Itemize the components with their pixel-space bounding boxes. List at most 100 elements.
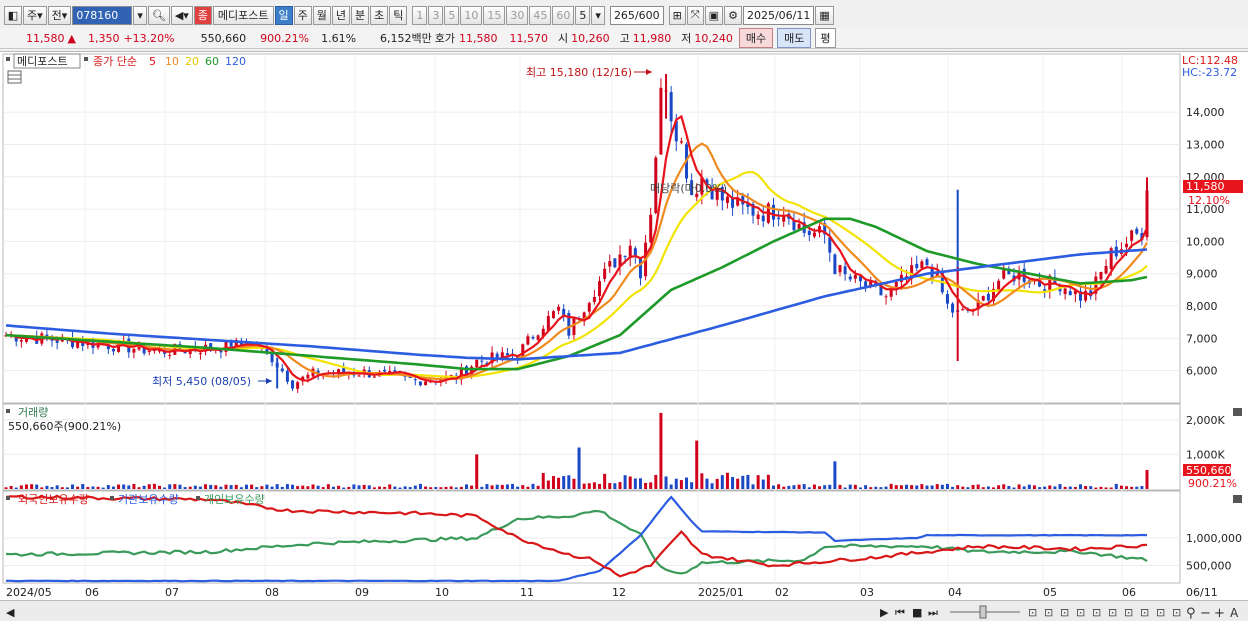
candle-body: [997, 280, 1001, 291]
whole-select[interactable]: 전 ▾: [47, 5, 72, 25]
save-icon[interactable]: ▣: [704, 5, 724, 25]
eval-button[interactable]: 평: [815, 28, 836, 48]
font-size-icon[interactable]: A: [1230, 606, 1239, 620]
view-icon-4[interactable]: ⊡: [1076, 606, 1085, 619]
chart-area[interactable]: 14,000 13,000 12,000 11,000 10,000 9,000 8,000…: [0, 51, 1248, 600]
view-icon-3[interactable]: ⊡: [1060, 606, 1069, 619]
zoom-slider-handle[interactable]: [979, 605, 987, 619]
view-icon-10[interactable]: ⊡: [1172, 606, 1181, 619]
volume-bar: [756, 475, 760, 489]
period-button-0[interactable]: 일: [274, 5, 293, 25]
candle-body: [372, 376, 376, 378]
minute-button-3[interactable]: 10: [460, 5, 483, 25]
period-button-1[interactable]: 주: [293, 5, 312, 25]
minute-button-4[interactable]: 15: [483, 5, 506, 25]
turnover-percent: 1.61%: [321, 31, 357, 45]
volume-bar: [546, 480, 550, 489]
buy-button[interactable]: 매수: [738, 28, 774, 48]
view-icon-1[interactable]: ⊡: [1028, 606, 1037, 619]
volume-bar: [398, 487, 402, 489]
minute-button-2[interactable]: 5: [444, 5, 460, 25]
calendar-icon[interactable]: ▦: [815, 5, 834, 25]
volume-bar: [1027, 484, 1031, 489]
forward-icon[interactable]: ⏭: [928, 606, 938, 619]
volume-bar: [1119, 485, 1123, 489]
code-dropdown-icon[interactable]: ▾: [133, 5, 147, 25]
period-button-6[interactable]: 틱: [389, 5, 408, 25]
crosshair-icon[interactable]: ⤧: [686, 5, 704, 25]
period-button-3[interactable]: 년: [331, 5, 351, 25]
stock-chart[interactable]: 14,00013,00012,00011,00010,0009,0008,000…: [0, 52, 1248, 601]
volume-bar: [127, 485, 131, 489]
volume-bar: [418, 483, 422, 489]
window-icon[interactable]: ◧: [4, 5, 22, 25]
volume-bar: [567, 475, 571, 489]
volume-bar: [45, 485, 49, 489]
speaker-icon[interactable]: ◀▾: [170, 5, 193, 25]
candle-body: [807, 230, 811, 235]
view-icon-9[interactable]: ⊡: [1156, 606, 1165, 619]
volume-bar: [255, 487, 259, 489]
volume-close-icon[interactable]: [1233, 408, 1242, 416]
volume-bar: [838, 484, 842, 489]
volume-bar: [193, 485, 197, 489]
minus-icon[interactable]: −: [1200, 606, 1211, 621]
bars-field[interactable]: 265/600: [609, 5, 664, 25]
minute-button-7[interactable]: 60: [552, 5, 575, 25]
volume-bar: [30, 484, 34, 489]
period-button-4[interactable]: 분: [351, 5, 370, 25]
minute-button-6[interactable]: 45: [529, 5, 552, 25]
volume-bar: [638, 478, 642, 489]
volume-bar: [168, 484, 172, 489]
minute-button-0[interactable]: 1: [412, 5, 428, 25]
low-price: 10,240: [694, 31, 733, 45]
volume-bar: [1094, 487, 1098, 489]
volume-bar: [669, 484, 673, 489]
bars-value: 265: [613, 8, 635, 22]
rewind-icon[interactable]: ⏮: [895, 606, 905, 619]
volume-bar: [147, 484, 151, 489]
sell-button[interactable]: 매도: [777, 28, 812, 48]
volume-bar: [807, 487, 811, 489]
volume-bar: [1130, 486, 1134, 489]
view-icon-6[interactable]: ⊡: [1108, 606, 1117, 619]
count-input[interactable]: 5: [575, 5, 591, 25]
volume-bar: [1084, 485, 1088, 489]
grid-icon[interactable]: ⊞: [668, 5, 686, 25]
view-icon-7[interactable]: ⊡: [1124, 606, 1133, 619]
minute-button-1[interactable]: 3: [428, 5, 444, 25]
gear-icon[interactable]: ⚙: [724, 5, 742, 25]
period-button-2[interactable]: 월: [312, 5, 331, 25]
table-icon[interactable]: [7, 70, 22, 84]
holding-legend-foreign: 외국인보유수량: [18, 493, 89, 506]
volume-bar: [679, 480, 683, 489]
x-tick-label: 08: [265, 586, 279, 599]
stock-name[interactable]: 메디포스트: [212, 5, 274, 25]
candle-body: [572, 318, 576, 336]
date-input[interactable]: 2025/06/11: [742, 5, 815, 25]
stop-icon[interactable]: ■: [912, 606, 922, 619]
search-icon[interactable]: 🔍︎: [147, 5, 170, 25]
candle-body: [777, 217, 781, 220]
y-tick-label: 6,000: [1186, 365, 1218, 378]
scroll-right-icon[interactable]: ▶: [880, 606, 889, 619]
x-tick-label: 07: [165, 586, 179, 599]
plus-icon[interactable]: +: [1214, 606, 1225, 621]
view-icon-5[interactable]: ⊡: [1092, 606, 1101, 619]
zoom-out-magnifier-icon[interactable]: ⚲: [1186, 606, 1196, 621]
view-icon-2[interactable]: ⊡: [1044, 606, 1053, 619]
minute-button-5[interactable]: 30: [506, 5, 529, 25]
count-dropdown-icon[interactable]: ▾: [591, 5, 605, 25]
volume-bar: [986, 486, 990, 489]
period-button-5[interactable]: 초: [370, 5, 389, 25]
holding-close-icon[interactable]: [1233, 495, 1242, 503]
code-input[interactable]: 078160: [72, 5, 133, 25]
volume-bar: [337, 485, 341, 489]
volume-bar: [434, 487, 438, 489]
volume-bar: [577, 447, 581, 489]
market-select[interactable]: 주 ▾: [23, 5, 47, 25]
stock-prefix-badge[interactable]: 종: [193, 5, 212, 25]
volume-bar: [311, 484, 315, 489]
scroll-left-icon[interactable]: ◀: [6, 606, 15, 619]
view-icon-8[interactable]: ⊡: [1140, 606, 1149, 619]
